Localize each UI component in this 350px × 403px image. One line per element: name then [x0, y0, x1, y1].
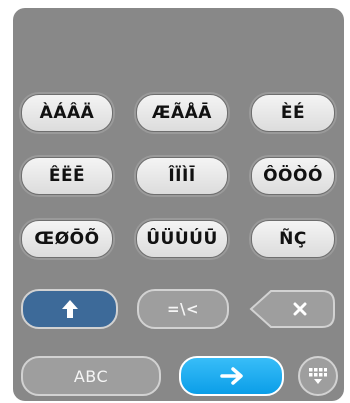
key-i-accents[interactable]: ÎÏÌĪ	[136, 157, 228, 195]
key-oe-accents[interactable]: ŒØŌÕ	[21, 220, 113, 258]
right-arrow-icon	[219, 367, 244, 385]
key-a-accents[interactable]: ÀÁÂÄ	[21, 94, 113, 132]
abc-key[interactable]: ABC	[21, 356, 161, 396]
key-u-accents[interactable]: ÛÜÙÚŪ	[136, 220, 228, 258]
x-icon	[293, 302, 307, 316]
symbols-key[interactable]: =\<	[137, 289, 229, 329]
key-e-circumflex-accents[interactable]: ÊËĒ	[21, 157, 113, 195]
shift-key[interactable]	[21, 289, 118, 329]
delete-key[interactable]	[249, 289, 336, 329]
symbols-key-label: =\<	[166, 300, 200, 318]
key-ae-accents[interactable]: ÆÃÅĀ	[136, 94, 228, 132]
accented-character-keyboard: ÀÁÂÄ ÆÃÅĀ ÈÉ ÊËĒ ÎÏÌĪ ÔÖÒÓ ŒØŌÕ ÛÜÙÚŪ ÑÇ…	[13, 8, 344, 401]
key-e-accents[interactable]: ÈÉ	[251, 94, 335, 132]
key-o-accents[interactable]: ÔÖÒÓ	[251, 157, 335, 195]
abc-key-label: ABC	[73, 366, 109, 386]
up-arrow-icon	[61, 299, 79, 319]
keyboard-grid-icon	[308, 367, 328, 385]
enter-key[interactable]	[179, 356, 284, 396]
key-n-c-accents[interactable]: ÑÇ	[251, 220, 335, 258]
hide-keyboard-button[interactable]	[298, 356, 338, 396]
